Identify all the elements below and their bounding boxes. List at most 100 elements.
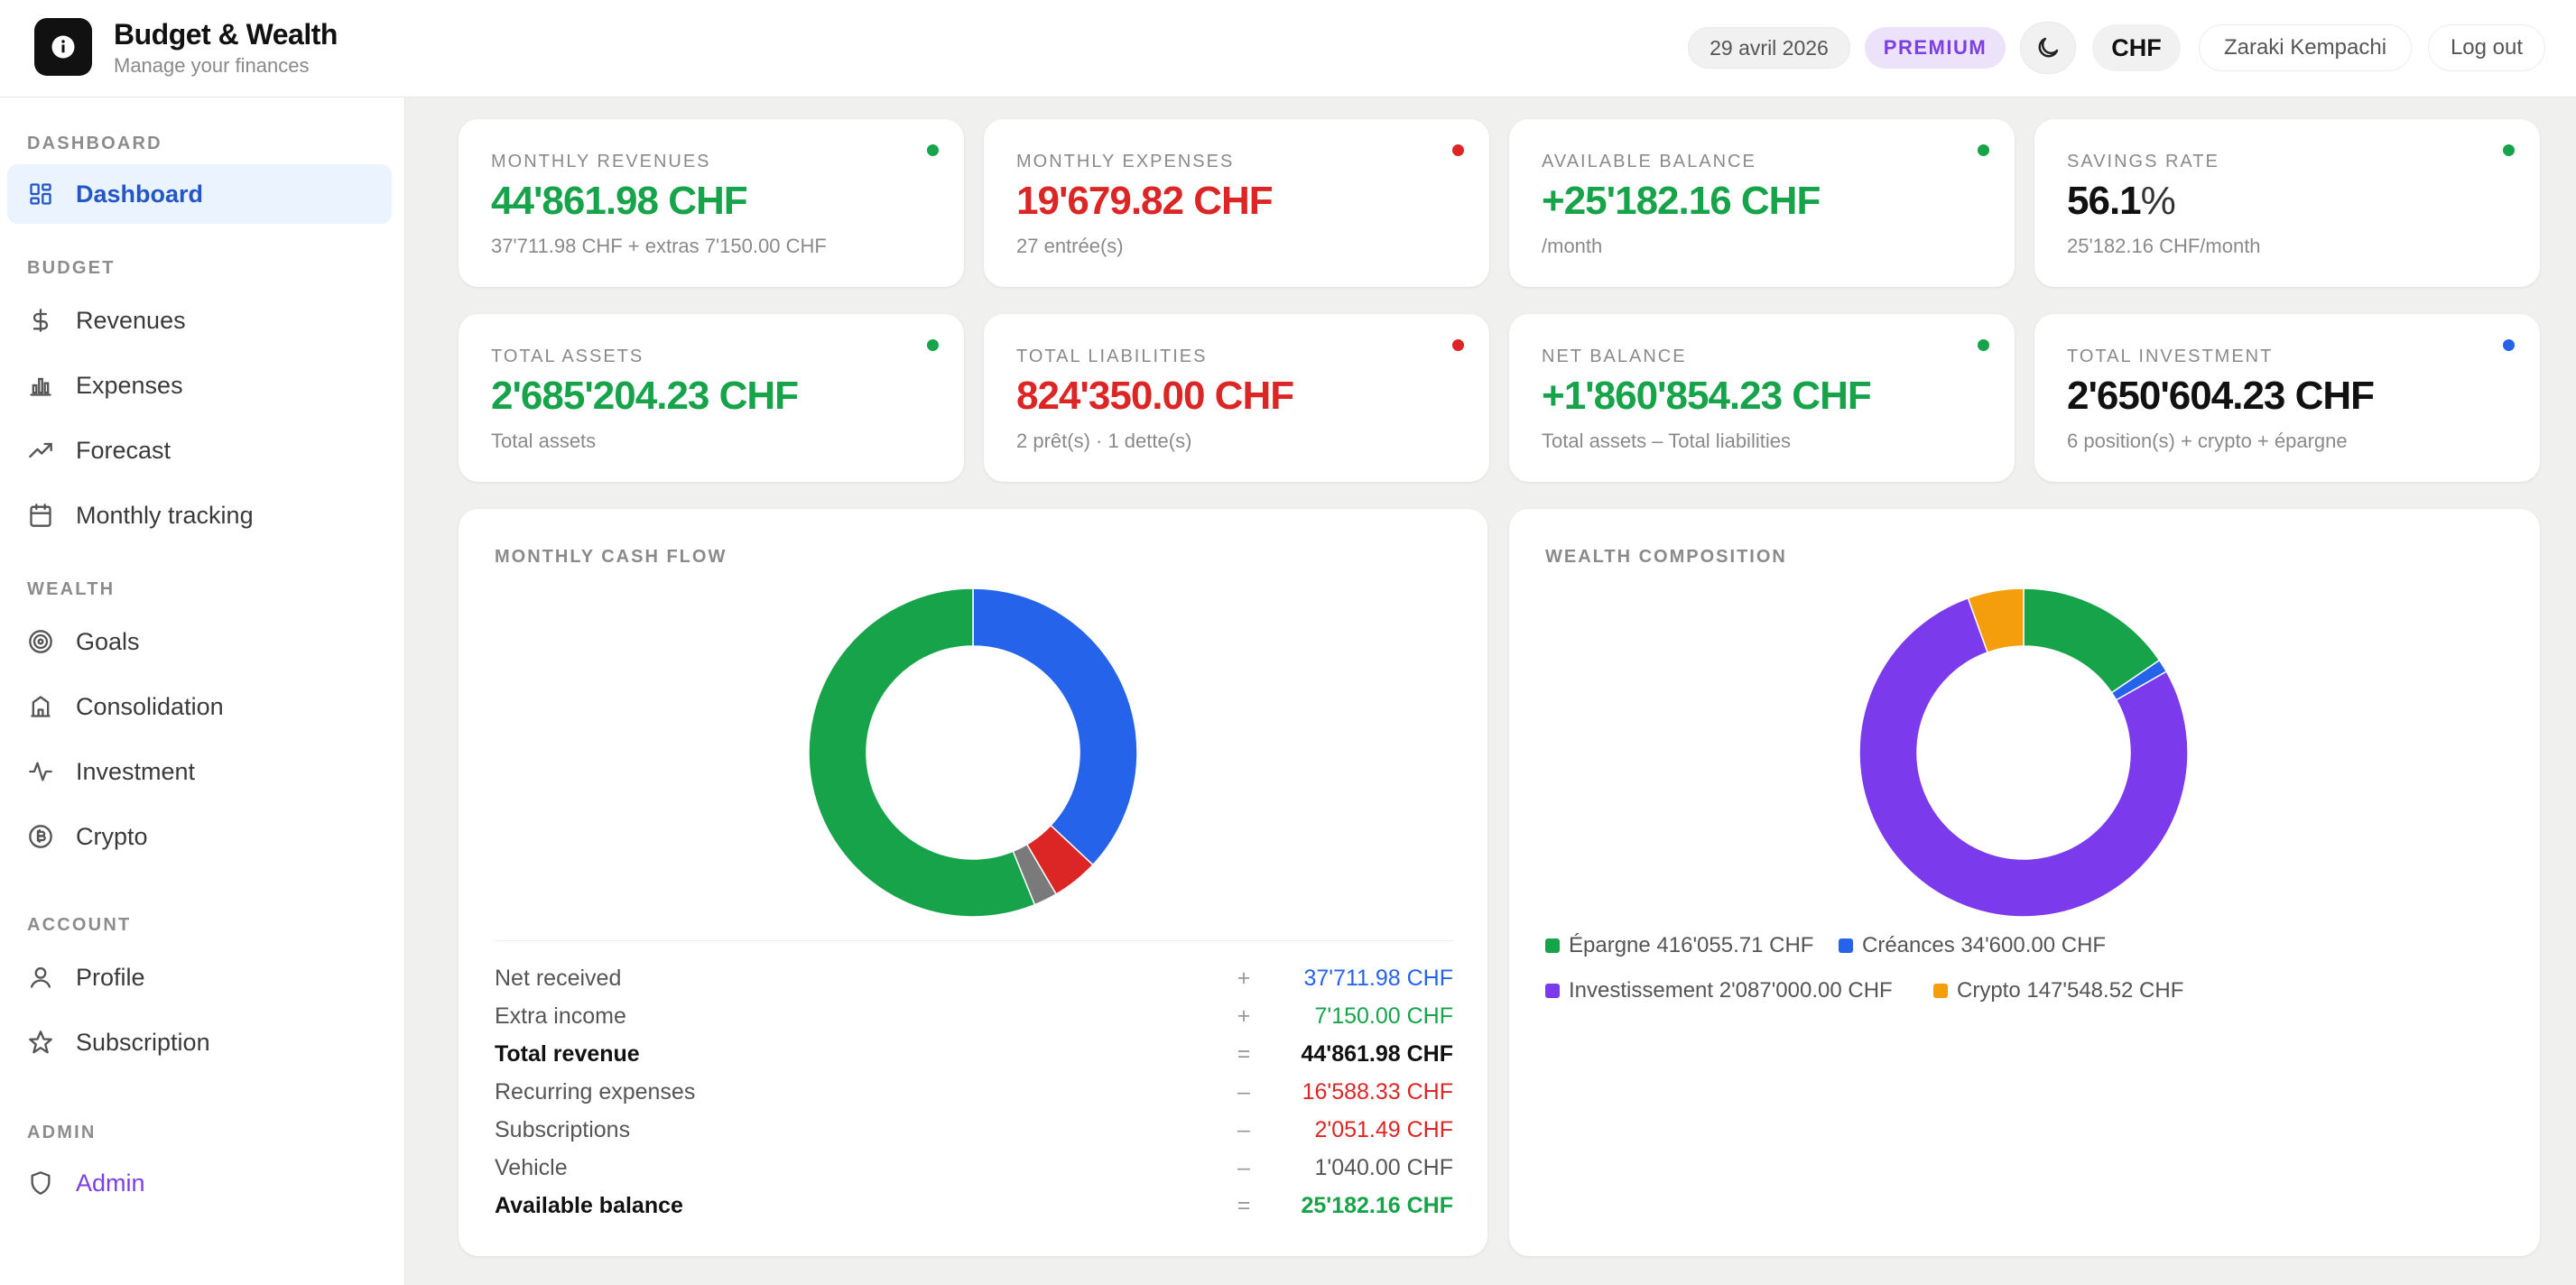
cash-flow-label: Net received (495, 966, 622, 991)
app-title: Budget & Wealth (114, 18, 338, 51)
cash-flow-operator: + (1237, 1003, 1251, 1029)
cash-flow-operator: – (1237, 1117, 1250, 1142)
sidebar-item-label: Consolidation (76, 692, 224, 720)
stat-subtext: 27 entrée(s) (1016, 235, 1124, 257)
status-dot (2503, 339, 2515, 351)
sidebar-item-crypto[interactable]: Crypto (7, 807, 392, 866)
wealth-composition-donut-chart (1858, 587, 2189, 918)
cash-flow-amount: 37'711.98 CHF (1303, 966, 1453, 991)
stat-value: 19'679.82 CHF (1016, 179, 1274, 223)
cash-flow-row: Total revenue = 44'861.98 CHF (495, 1036, 1453, 1072)
sidebar-item-monthly-tracking[interactable]: Monthly tracking (7, 485, 392, 545)
sidebar-item-forecast[interactable]: Forecast (7, 421, 392, 480)
cash-flow-amount: 16'588.33 CHF (1302, 1079, 1453, 1105)
cash-flow-row: Recurring expenses – 16'588.33 CHF (495, 1074, 1453, 1110)
legend-label: Investissement 2'087'000.00 CHF (1569, 978, 1893, 1003)
cash-flow-amount: 2'051.49 CHF (1314, 1117, 1453, 1142)
sidebar-item-label: Forecast (76, 436, 171, 464)
target-icon (27, 628, 54, 655)
legend-swatch (1933, 984, 1948, 998)
legend-swatch (1545, 938, 1560, 953)
sidebar-item-investment[interactable]: Investment (7, 742, 392, 801)
stat-value: 824'350.00 CHF (1016, 374, 1294, 418)
cash-flow-label: Subscriptions (495, 1117, 631, 1142)
sidebar-item-revenues[interactable]: Revenues (7, 291, 392, 350)
sidebar-item-label: Revenues (76, 306, 186, 334)
legend-item: Investissement 2'087'000.00 CHF (1545, 978, 1893, 1003)
stat-subtext: 37'711.98 CHF + extras 7'150.00 CHF (491, 235, 827, 257)
stat-label: TOTAL LIABILITIES (1016, 347, 1208, 366)
calendar-icon (27, 502, 54, 529)
sidebar-item-admin[interactable]: Admin (7, 1153, 392, 1213)
trending-up-icon (27, 437, 54, 464)
sidebar-item-label: Profile (76, 963, 145, 991)
cash-flow-panel: MONTHLY CASH FLOW Net received +37'711.98… (459, 509, 1487, 1256)
cash-flow-operator: = (1237, 1041, 1251, 1067)
sidebar-section-wealth: WEALTH (27, 579, 116, 599)
app-subtitle: Manage your finances (114, 54, 310, 77)
stat-subtext: 2 prêt(s) · 1 dette(s) (1016, 430, 1192, 452)
star-icon (27, 1029, 54, 1056)
stat-subtext: /month (1542, 235, 1603, 257)
logout-button[interactable]: Log out (2428, 24, 2545, 71)
stat-card-net-balance: NET BALANCE +1'860'854.23 CHF Total asse… (1509, 314, 2015, 482)
cash-flow-label: Recurring expenses (495, 1079, 696, 1105)
cash-flow-row: Subscriptions – 2'051.49 CHF (495, 1112, 1453, 1148)
cash-flow-operator: – (1237, 1155, 1250, 1180)
date-badge: 29 avril 2026 (1688, 27, 1850, 69)
sidebar-item-label: Monthly tracking (76, 501, 254, 529)
sidebar-item-consolidation[interactable]: Consolidation (7, 677, 392, 736)
legend-swatch (1839, 938, 1853, 953)
status-dot (1978, 339, 1989, 351)
stat-value-suffix: % (2140, 179, 2176, 223)
status-dot (927, 144, 939, 156)
activity-icon (27, 758, 54, 785)
stat-card-available-balance: AVAILABLE BALANCE +25'182.16 CHF /month (1509, 119, 2015, 287)
moon-icon (2038, 37, 2059, 58)
legend-swatch (1545, 984, 1560, 998)
sidebar-item-goals[interactable]: Goals (7, 612, 392, 671)
sidebar-section-budget: BUDGET (27, 258, 116, 278)
theme-toggle-button[interactable] (2020, 22, 2076, 74)
legend-label: Crypto 147'548.52 CHF (1957, 978, 2184, 1003)
user-icon (27, 964, 54, 991)
divider (495, 940, 1453, 941)
bitcoin-icon (27, 823, 54, 850)
cash-flow-label: Available balance (495, 1193, 683, 1218)
stat-label: MONTHLY REVENUES (491, 152, 711, 171)
top-header: Budget & Wealth Manage your finances 29 … (0, 0, 2576, 97)
stat-value: 2'685'204.23 CHF (491, 374, 799, 418)
status-dot (2503, 144, 2515, 156)
panel-title: MONTHLY CASH FLOW (495, 547, 727, 567)
stat-card-total-assets: TOTAL ASSETS 2'685'204.23 CHF Total asse… (459, 314, 964, 482)
user-menu-button[interactable]: Zaraki Kempachi (2199, 24, 2412, 71)
sidebar: DASHBOARD Dashboard BUDGET Revenues Expe… (0, 97, 405, 1285)
cash-flow-row: Vehicle – 1'040.00 CHF (495, 1150, 1453, 1186)
cash-flow-operator: – (1237, 1079, 1250, 1105)
cash-flow-amount: 7'150.00 CHF (1314, 1003, 1453, 1029)
shield-icon (27, 1169, 54, 1197)
dashboard-grid-icon (27, 180, 54, 208)
sidebar-item-expenses[interactable]: Expenses (7, 356, 392, 415)
wealth-composition-panel: WEALTH COMPOSITION Épargne 416'055.71 CH… (1509, 509, 2540, 1256)
currency-selector[interactable]: CHF (2092, 24, 2181, 71)
sidebar-item-profile[interactable]: Profile (7, 948, 392, 1007)
legend-item: Créances 34'600.00 CHF (1839, 933, 2106, 958)
stat-subtext: Total assets (491, 430, 597, 452)
cash-flow-row: Extra income +7'150.00 CHF (495, 998, 1453, 1034)
stat-label: AVAILABLE BALANCE (1542, 152, 1756, 171)
stat-label: NET BALANCE (1542, 347, 1687, 366)
bank-icon (27, 693, 54, 720)
cash-flow-amount: 1'040.00 CHF (1314, 1155, 1453, 1180)
stat-label: TOTAL INVESTMENT (2067, 347, 2274, 366)
sidebar-item-dashboard[interactable]: Dashboard (7, 164, 392, 224)
stat-subtext: 25'182.16 CHF/month (2067, 235, 2261, 257)
bar-chart-icon (27, 372, 54, 399)
stat-value-number: 56.1 (2067, 179, 2142, 223)
stat-value: +25'182.16 CHF (1542, 179, 1821, 223)
cash-flow-row: Available balance = 25'182.16 CHF (495, 1188, 1453, 1224)
cash-flow-row: Net received +37'711.98 CHF (495, 960, 1453, 996)
app-logo[interactable] (34, 18, 92, 76)
cash-flow-slice-recurring-expenses[interactable] (972, 587, 1138, 866)
sidebar-item-subscription[interactable]: Subscription (7, 1012, 392, 1072)
